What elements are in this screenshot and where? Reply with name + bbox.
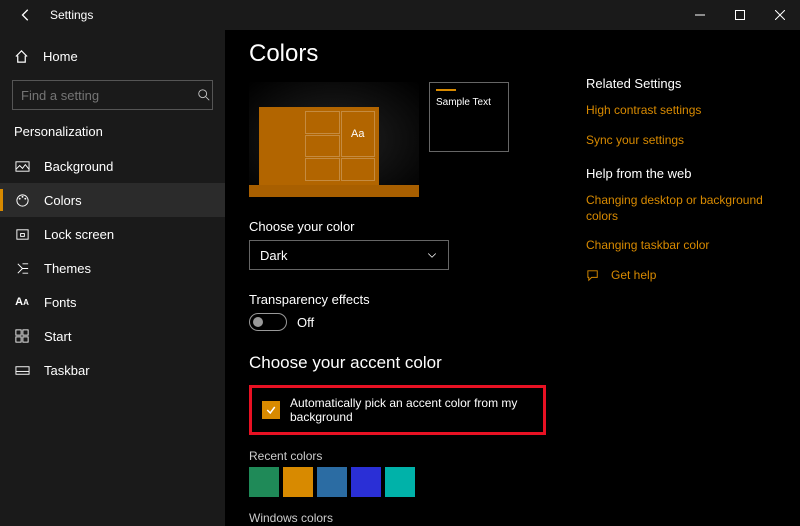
transparency-label: Transparency effects (249, 292, 546, 307)
related-link[interactable]: High contrast settings (586, 103, 776, 119)
page-title: Colors (249, 40, 546, 68)
get-help-label: Get help (611, 268, 656, 282)
recent-colors-label: Recent colors (249, 449, 546, 463)
sidebar-item-taskbar[interactable]: Taskbar (0, 353, 225, 387)
preview-taskbar (249, 185, 419, 197)
transparency-state: Off (297, 315, 314, 330)
preview-start-menu: Aa (259, 107, 379, 197)
sidebar-item-themes[interactable]: Themes (0, 251, 225, 285)
auto-pick-label: Automatically pick an accent color from … (290, 396, 533, 424)
sidebar-item-colors[interactable]: Colors (0, 183, 225, 217)
back-button[interactable] (16, 8, 36, 22)
picture-icon (14, 159, 30, 174)
help-link[interactable]: Changing desktop or background colors (586, 193, 776, 224)
windows-colors-label: Windows colors (249, 511, 546, 525)
minimize-button[interactable] (680, 0, 720, 30)
sidebar-item-lockscreen[interactable]: Lock screen (0, 217, 225, 251)
color-preview: Aa Sample Text (249, 82, 546, 197)
home-nav[interactable]: Home (0, 38, 225, 74)
accent-heading: Choose your accent color (249, 353, 546, 373)
recent-color-swatch[interactable] (385, 467, 415, 497)
choose-color-dropdown[interactable]: Dark (249, 240, 449, 270)
check-icon (265, 404, 277, 416)
choose-color-value: Dark (260, 248, 287, 263)
help-heading: Help from the web (586, 166, 776, 181)
chat-icon (586, 268, 601, 283)
window-title: Settings (50, 8, 93, 22)
chevron-down-icon (426, 249, 438, 261)
home-label: Home (43, 49, 78, 64)
category-header: Personalization (0, 120, 225, 149)
preview-window: Sample Text (429, 82, 509, 152)
choose-color-label: Choose your color (249, 219, 546, 234)
themes-icon (14, 261, 30, 276)
maximize-icon (735, 10, 745, 20)
sidebar-item-label: Colors (44, 193, 82, 208)
sidebar-item-label: Themes (44, 261, 91, 276)
recent-color-swatch[interactable] (351, 467, 381, 497)
auto-pick-accent-row: Automatically pick an accent color from … (249, 385, 546, 435)
fonts-icon: AA (14, 296, 30, 308)
help-link[interactable]: Changing taskbar color (586, 238, 776, 254)
search-input[interactable] (12, 80, 213, 110)
sidebar-item-label: Background (44, 159, 113, 174)
get-help-link[interactable]: Get help (586, 268, 776, 283)
taskbar-icon (14, 363, 30, 378)
related-sidebar: Related Settings High contrast settings … (586, 40, 776, 526)
sidebar-item-label: Start (44, 329, 71, 344)
related-heading: Related Settings (586, 76, 776, 91)
home-icon (14, 49, 29, 64)
preview-desktop: Aa (249, 82, 419, 197)
recent-color-swatch[interactable] (249, 467, 279, 497)
sidebar-item-start[interactable]: Start (0, 319, 225, 353)
sidebar-item-label: Taskbar (44, 363, 90, 378)
sidebar-item-fonts[interactable]: AA Fonts (0, 285, 225, 319)
recent-colors (249, 467, 546, 497)
recent-color-swatch[interactable] (283, 467, 313, 497)
search-icon (197, 88, 211, 102)
sidebar-item-background[interactable]: Background (0, 149, 225, 183)
sidebar-item-label: Lock screen (44, 227, 114, 242)
palette-icon (14, 193, 30, 208)
maximize-button[interactable] (720, 0, 760, 30)
close-button[interactable] (760, 0, 800, 30)
lock-icon (14, 227, 30, 242)
preview-aa: Aa (341, 111, 376, 157)
recent-color-swatch[interactable] (317, 467, 347, 497)
sidebar: Home Personalization Background Colors L… (0, 30, 225, 526)
minimize-icon (695, 10, 705, 20)
start-icon (14, 329, 30, 343)
preview-sample-text: Sample Text (436, 97, 502, 108)
auto-pick-checkbox[interactable] (262, 401, 280, 419)
related-link[interactable]: Sync your settings (586, 133, 776, 149)
transparency-toggle[interactable] (249, 313, 287, 331)
sidebar-item-label: Fonts (44, 295, 77, 310)
arrow-left-icon (19, 8, 33, 22)
search-field[interactable] (21, 88, 197, 103)
close-icon (775, 10, 785, 20)
